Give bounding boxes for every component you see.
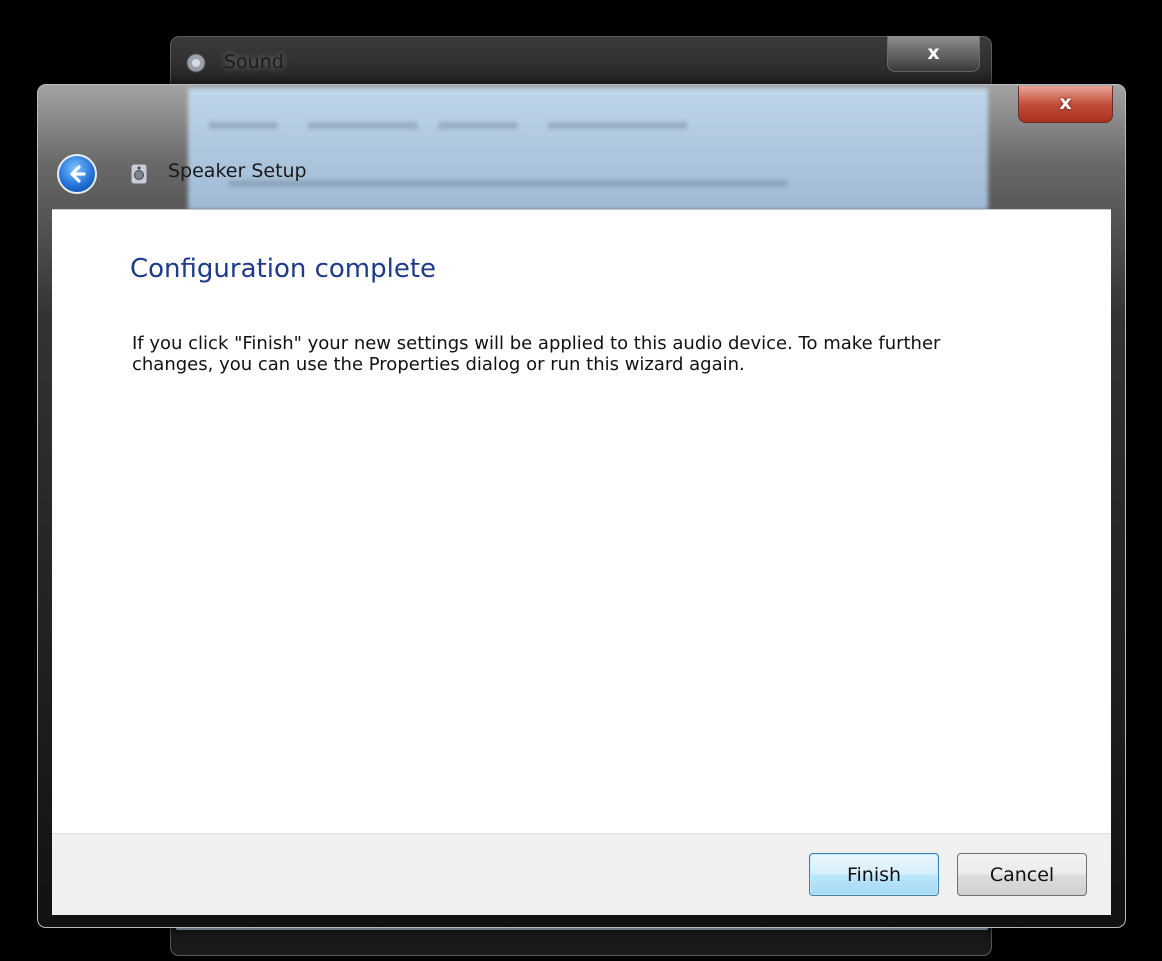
cancel-button[interactable]: Cancel bbox=[957, 853, 1087, 896]
content-pane bbox=[52, 209, 1111, 834]
glass-frame-blur bbox=[188, 88, 988, 210]
finish-button[interactable]: Finish bbox=[809, 853, 939, 896]
back-button[interactable] bbox=[57, 154, 97, 194]
back-arrow-icon bbox=[70, 165, 86, 183]
description-text: If you click "Finish" your new settings … bbox=[132, 333, 941, 375]
button-bar bbox=[52, 833, 1111, 915]
sound-window-title: Sound bbox=[224, 51, 284, 73]
sound-window-close-button[interactable]: x bbox=[887, 36, 980, 72]
page-heading: Configuration complete bbox=[130, 254, 437, 284]
speaker-icon bbox=[128, 162, 150, 186]
close-button[interactable]: x bbox=[1018, 86, 1113, 123]
window-title: Speaker Setup bbox=[168, 160, 307, 182]
sound-icon bbox=[185, 52, 207, 74]
